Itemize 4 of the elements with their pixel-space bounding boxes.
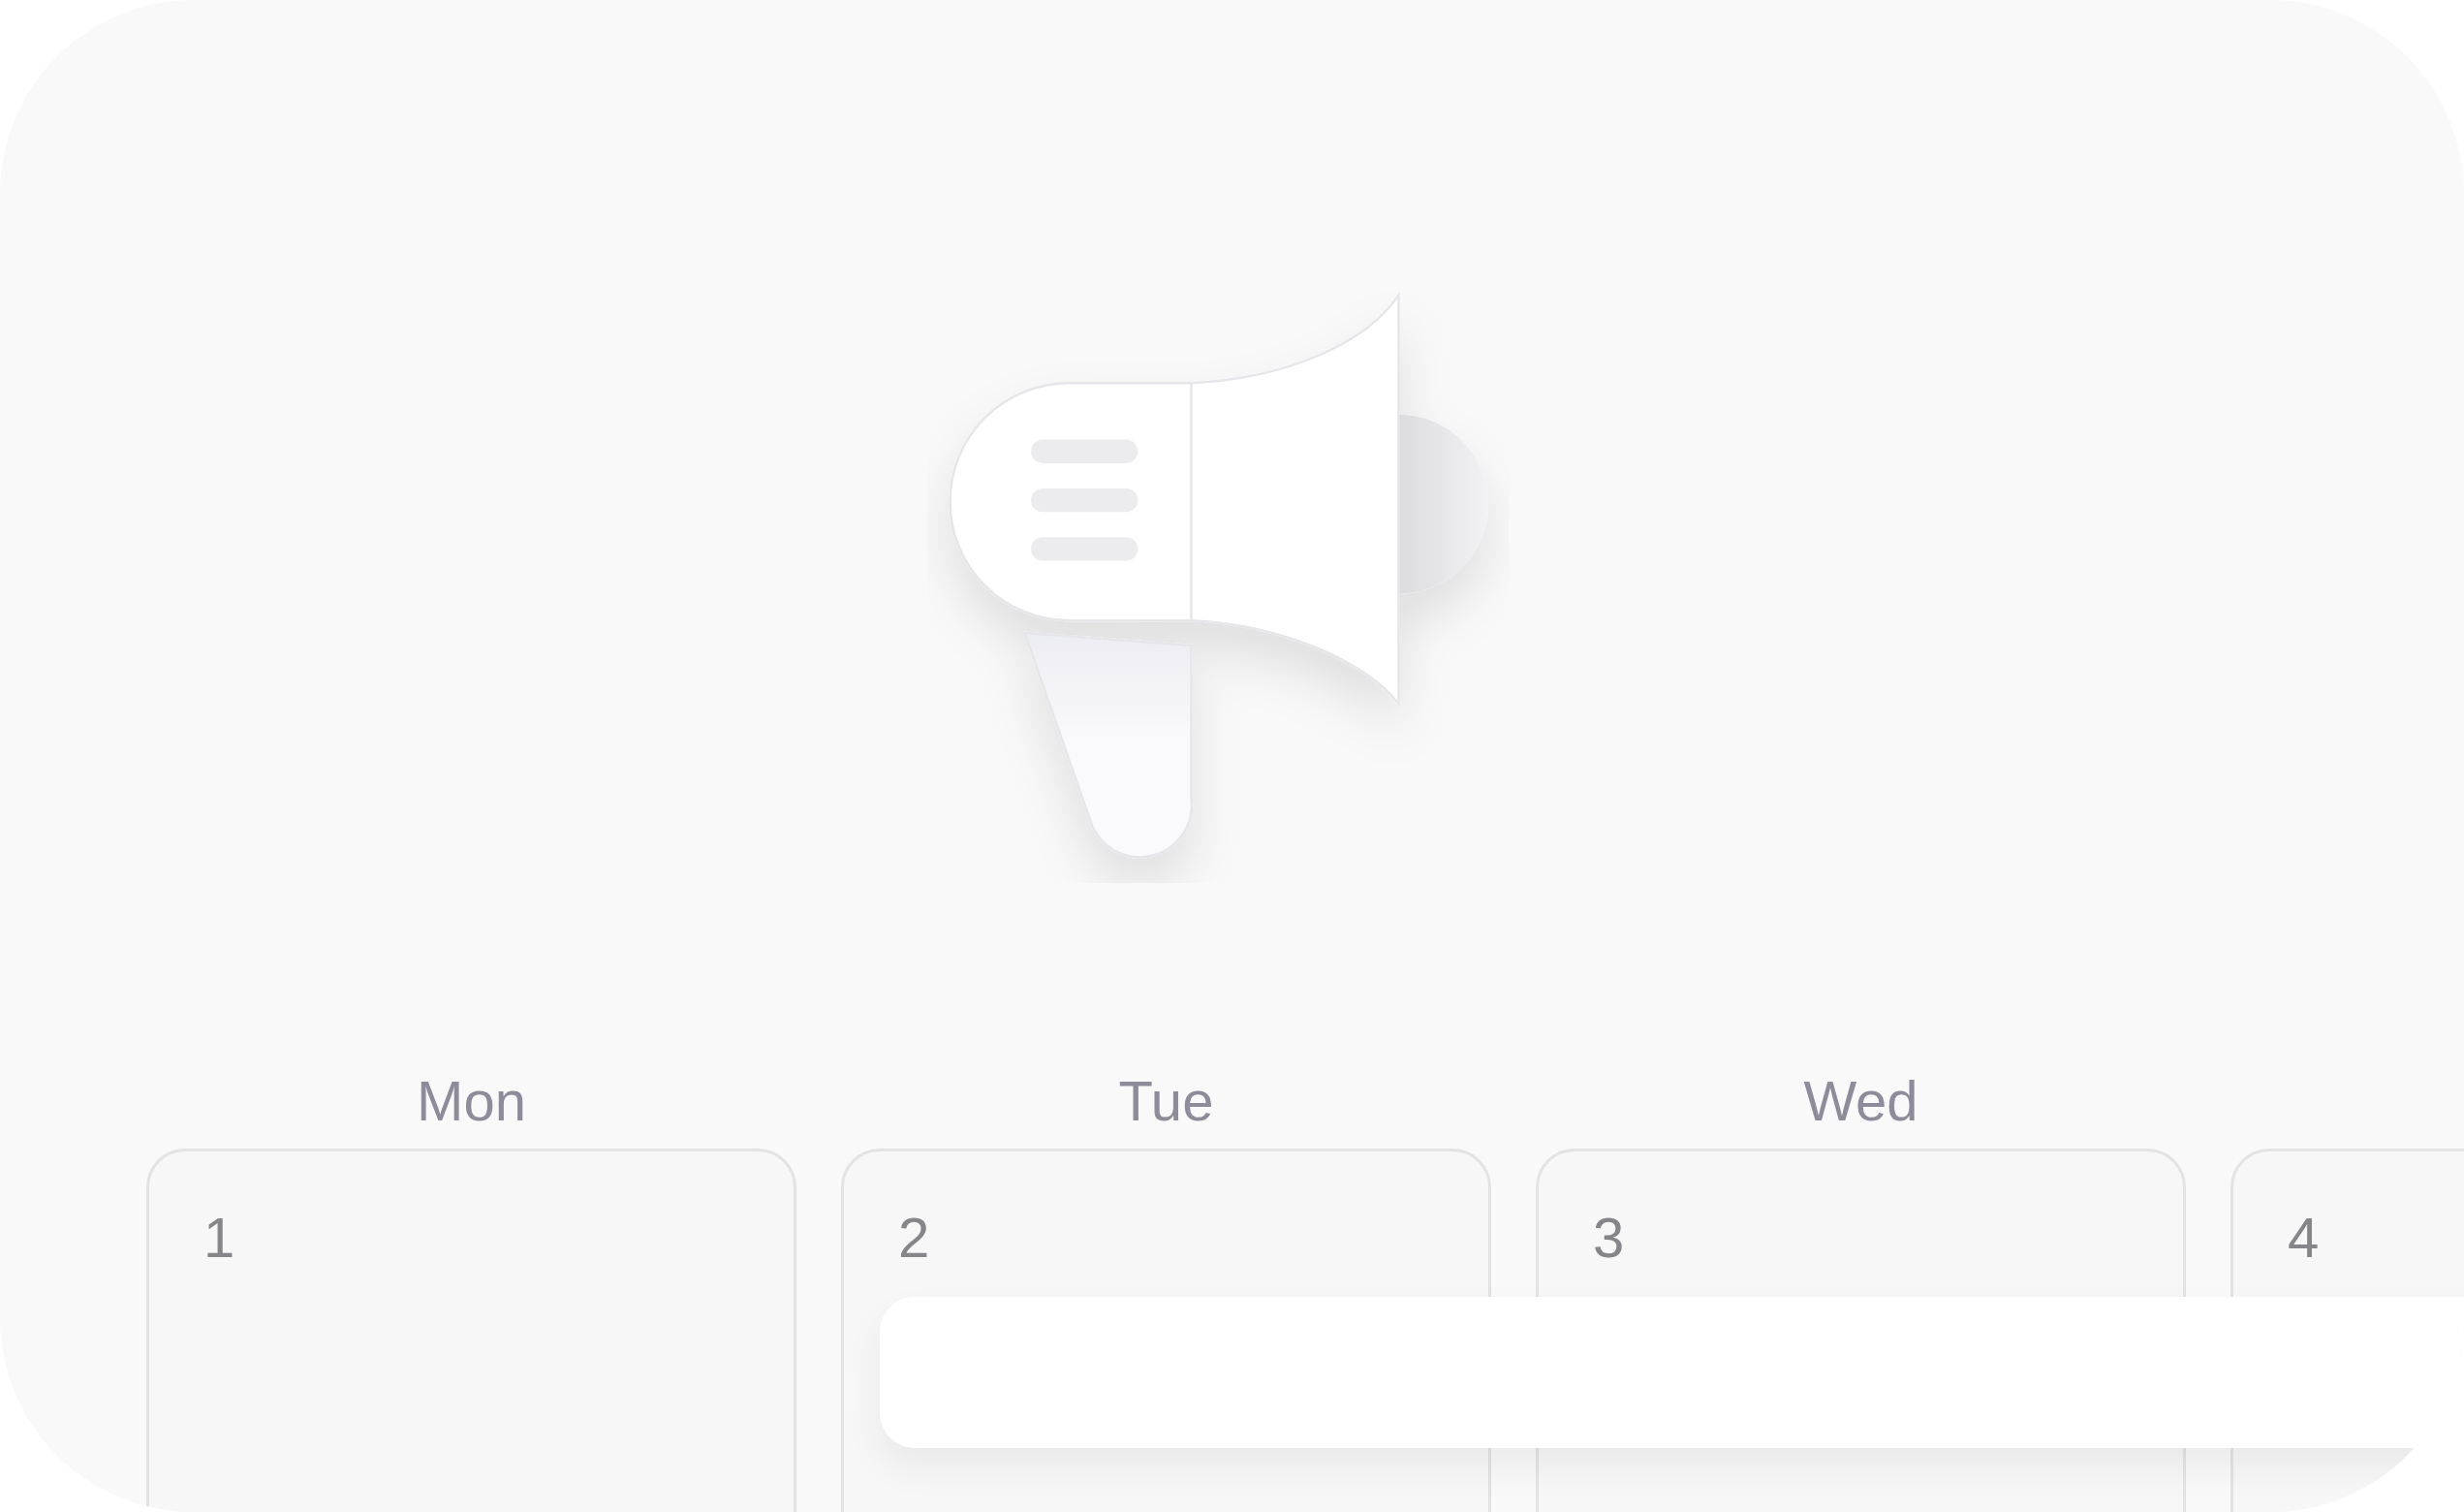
weekday-label: Mon (417, 1067, 526, 1134)
day-cell: 1 (146, 1149, 796, 1512)
weekday-label: Tue (1118, 1067, 1214, 1134)
weekday-label: Wed (1803, 1067, 1918, 1134)
